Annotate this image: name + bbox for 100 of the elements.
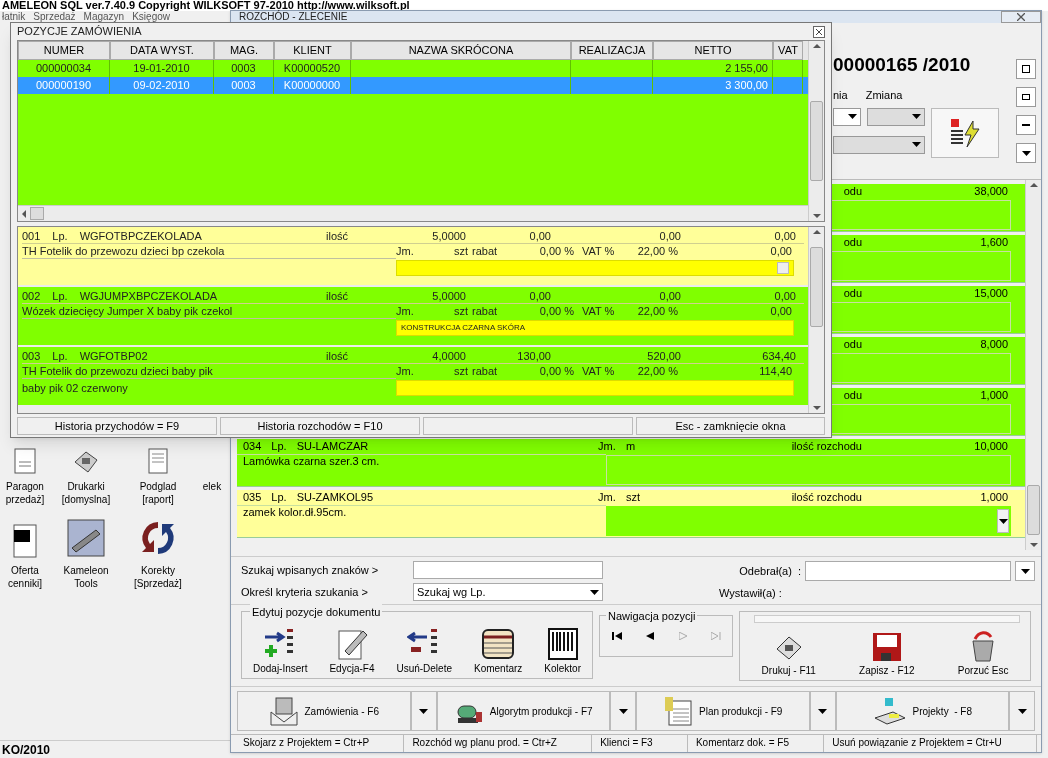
vertical-scrollbar[interactable] bbox=[1025, 180, 1041, 550]
product-description: TH Fotelik do przewozu dzieci baby pik bbox=[22, 365, 213, 377]
status-bar-item: Komentarz dok. = F5 bbox=[687, 735, 825, 752]
toolbar-button[interactable]: Usuń-Delete bbox=[396, 627, 452, 676]
price-value: 130,00 bbox=[517, 350, 551, 362]
dialog-title: POZYCJE ZAMÓWIENIA bbox=[17, 24, 142, 40]
column-header[interactable]: MAG. bbox=[214, 41, 274, 60]
discount-value: 0,00 % bbox=[539, 245, 574, 257]
field-label: VAT % bbox=[582, 245, 615, 257]
order-item[interactable]: 003 Lp. WGFOTBP02 ilość 4,0000 130,00 520,00 634,40 TH Fotelik do przewozu dzieci baby pik Jm. szt rabat 0,00 % VAT % 22,00 % 114,40 baby pik 02 czerwony bbox=[18, 347, 808, 405]
discount-value: 0,00 % bbox=[539, 365, 574, 377]
field-label: ilość bbox=[326, 230, 348, 242]
shortcut-label[interactable]: [domyslna] bbox=[61, 493, 111, 506]
field-label: ilość rozchodu bbox=[791, 440, 862, 452]
dropdown-button[interactable] bbox=[1015, 561, 1035, 581]
table-cell: 000000034 bbox=[35, 62, 92, 74]
criteria-dropdown[interactable]: Szukaj wg Lp. bbox=[413, 583, 603, 601]
toolbar-button[interactable]: Komentarz bbox=[473, 627, 523, 676]
shortcut-label[interactable]: Paragon bbox=[6, 480, 44, 493]
column-header[interactable]: NETTO bbox=[653, 41, 773, 60]
order-item[interactable]: 001 Lp. WGFOTBPCZEKOLADA ilość 5,0000 0,00 0,00 0,00 TH Fotelik do przewozu dzieci bp czekola Jm. szt rabat 0,00 % VAT % 22,00 % 0,00 bbox=[18, 227, 808, 285]
shortcut-label[interactable]: Kameleon bbox=[63, 564, 109, 577]
minimize-button[interactable] bbox=[1016, 115, 1036, 135]
window-button[interactable] bbox=[1016, 87, 1036, 107]
product-description: TH Fotelik do przewozu dzieci bp czekola bbox=[22, 245, 225, 257]
table-cell: K00000520 bbox=[283, 62, 341, 74]
column-header[interactable]: REALIZACJA bbox=[571, 41, 653, 60]
product-description: Lamówka czarna szer.3 cm. bbox=[243, 455, 380, 467]
comment-field[interactable] bbox=[396, 380, 794, 396]
shortcut-label[interactable]: Drukarki bbox=[67, 480, 105, 493]
column-header[interactable]: NAZWA SKRÓCONA bbox=[351, 41, 571, 60]
toolbar-button[interactable]: Edycja-F4 bbox=[329, 627, 375, 676]
action-button[interactable]: Zapisz - F12 bbox=[859, 631, 915, 678]
quantity-value: 10,000 bbox=[974, 440, 1008, 452]
table-cell: 3 300,00 bbox=[725, 79, 768, 91]
received-by-field[interactable] bbox=[805, 561, 1011, 581]
caret-icon bbox=[818, 708, 827, 714]
toolbar-button[interactable]: Zamówienia - F6 bbox=[237, 691, 411, 731]
shortcut-label[interactable]: Oferta bbox=[11, 564, 39, 577]
toolbar-button[interactable]: Dodaj-Insert bbox=[253, 627, 308, 676]
menu-item[interactable]: Sprzedaż bbox=[33, 11, 76, 22]
shortcut-label[interactable]: [raport] bbox=[142, 493, 174, 506]
action-button[interactable]: Porzuć Esc bbox=[957, 631, 1009, 678]
shortcut-label[interactable]: [Sprzedaż] bbox=[134, 577, 182, 590]
vertical-scrollbar[interactable] bbox=[808, 227, 824, 413]
dropdown[interactable] bbox=[867, 107, 925, 126]
toolbar-button[interactable]: Projekty - F8 bbox=[835, 691, 1009, 731]
search-field[interactable] bbox=[413, 561, 603, 579]
status-bar-item: Rozchód wg planu prod. = Ctr+Z bbox=[404, 735, 593, 752]
edit-button[interactable] bbox=[931, 107, 999, 158]
action-button[interactable]: Drukuj - F11 bbox=[761, 631, 816, 678]
dropdown[interactable] bbox=[833, 107, 861, 126]
status-bar-item: Skojarz z Projektem = Ctr+P bbox=[235, 735, 405, 752]
position-number: 003 bbox=[22, 349, 41, 363]
menu-item[interactable]: Księgow bbox=[132, 11, 170, 22]
dropdown-button[interactable] bbox=[610, 691, 636, 731]
shortcut-label[interactable]: Tools bbox=[74, 577, 98, 590]
shortcut-label[interactable]: cenniki] bbox=[8, 577, 42, 590]
window-button[interactable] bbox=[1016, 59, 1036, 79]
net-value: 520,00 bbox=[647, 350, 681, 362]
position-row[interactable]: 035 Lp. SU-ZAMKOL95 Jm. szt ilość rozchodu 1,000 zamek kolor.dł.95cm. bbox=[237, 490, 1025, 538]
toolbar-button[interactable]: Plan produkcji - F9 bbox=[636, 691, 810, 731]
shortcut-label[interactable]: elek bbox=[202, 480, 222, 493]
toolbar-button[interactable]: Kolektor bbox=[544, 627, 581, 676]
ellipsis-icon bbox=[777, 262, 789, 274]
column-header[interactable]: NUMER bbox=[18, 41, 110, 60]
price-value: 0,00 bbox=[529, 290, 551, 302]
dropdown-button[interactable] bbox=[410, 691, 437, 731]
column-header[interactable]: DATA WYST. bbox=[110, 41, 214, 60]
column-header[interactable]: KLIENT bbox=[274, 41, 351, 60]
dropdown-button[interactable] bbox=[809, 691, 836, 731]
caret-icon bbox=[419, 708, 428, 714]
group-title: Edytuj pozycje dokumentu bbox=[250, 604, 383, 621]
shortcut-label[interactable]: Korekty bbox=[141, 564, 175, 577]
position-number: 034 bbox=[243, 439, 262, 454]
status-bar-item: Usuń powiązanie z Projektem = Ctr+U bbox=[824, 735, 1038, 752]
menu-item[interactable]: Magazyn bbox=[83, 11, 125, 22]
close-button[interactable] bbox=[813, 25, 825, 38]
net-value: 0,00 bbox=[659, 290, 681, 302]
order-item[interactable]: 002 Lp. WGJUMPXBPCZEKOLADA ilość 5,0000 0,00 0,00 0,00 Wózek dziecięcy Jumper X baby pik czekol Jm. szt rabat 0,00 % VAT % 22,00 % 0,00 KONSTRUKCJA CZARNA SKÓRA bbox=[18, 287, 808, 345]
shortcut-label[interactable]: przedaż] bbox=[5, 493, 45, 506]
menu-item[interactable]: łatnik bbox=[2, 11, 26, 22]
unit-value: szt bbox=[453, 245, 468, 257]
comment-field[interactable] bbox=[606, 506, 1011, 536]
close-icon bbox=[816, 28, 822, 35]
dropdown-button[interactable] bbox=[1016, 143, 1036, 163]
dropdown-button[interactable] bbox=[1009, 691, 1035, 731]
comment-field[interactable]: KONSTRUKCJA CZARNA SKÓRA bbox=[396, 320, 794, 336]
horizontal-scrollbar[interactable] bbox=[18, 205, 808, 221]
document-number: KO/2010 bbox=[2, 743, 51, 757]
comment-field[interactable] bbox=[396, 260, 794, 276]
position-row[interactable]: 034 Lp. SU-LAMCZAR Jm. m ilość rozchodu 10,000 Lamówka czarna szer.3 cm. bbox=[237, 439, 1025, 487]
close-button[interactable] bbox=[1001, 11, 1041, 23]
vat-rate: 22,00 % bbox=[637, 365, 678, 377]
shortcut-label[interactable]: Podglad bbox=[139, 480, 177, 493]
column-header[interactable]: VAT bbox=[773, 41, 803, 60]
vertical-scrollbar[interactable] bbox=[808, 41, 824, 221]
unit-value: szt bbox=[626, 491, 641, 503]
field-label: VAT % bbox=[582, 365, 615, 377]
toolbar-button[interactable]: Algorytm produkcji - F7 bbox=[436, 691, 610, 731]
